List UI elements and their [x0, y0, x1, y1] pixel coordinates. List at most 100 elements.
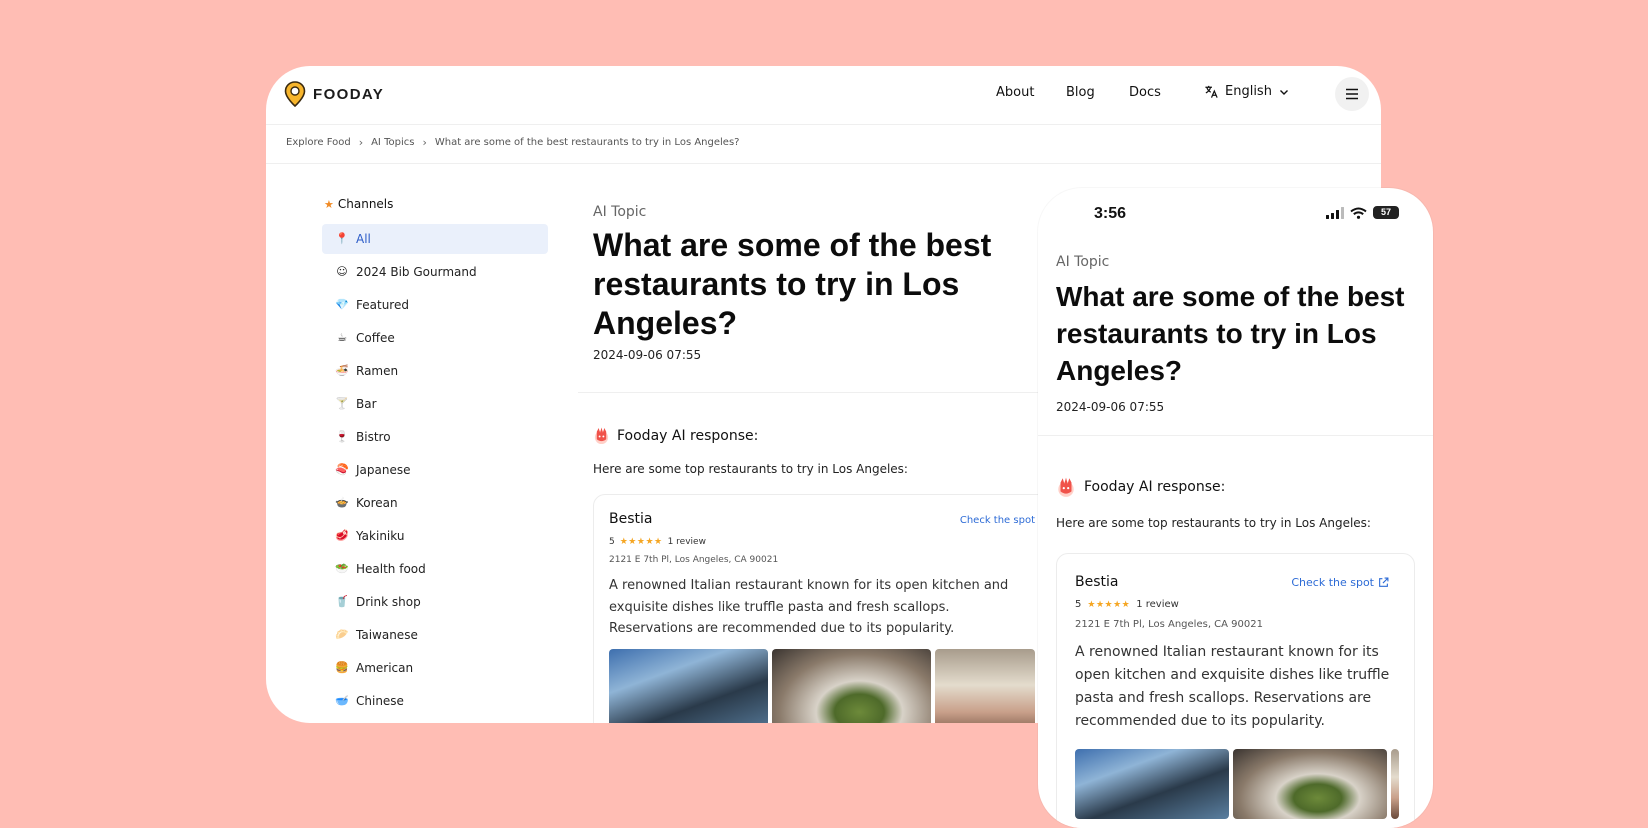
sidebar-item-chinese[interactable]: 🥣 Chinese — [322, 686, 548, 716]
wine-glass-icon: 🍷 — [335, 430, 349, 443]
burger-icon: 🍔 — [335, 661, 349, 674]
sidebar-item-ramen[interactable]: 🍜 Ramen — [322, 356, 548, 386]
sidebar-item-japanese[interactable]: 🍣 Japanese — [322, 455, 548, 485]
rating-value: 5 — [609, 537, 615, 547]
restaurant-photo[interactable] — [1391, 749, 1399, 819]
language-label: English — [1225, 84, 1272, 99]
hamburger-menu-button[interactable] — [1335, 77, 1369, 111]
sidebar-item-label: Chinese — [356, 694, 404, 708]
translate-icon — [1205, 85, 1218, 98]
language-selector[interactable]: English — [1204, 84, 1290, 99]
location-pin-icon — [284, 81, 306, 107]
page-title: What are some of the best restaurants to… — [593, 227, 992, 341]
review-count: 1 review — [667, 537, 706, 547]
bowl-icon: 🥣 — [335, 694, 349, 707]
sidebar-item-bistro[interactable]: 🍷 Bistro — [322, 422, 548, 452]
chevron-right-icon: › — [422, 136, 427, 149]
hamburger-icon — [1346, 88, 1358, 100]
rating-row: 5 ★★★★★ 1 review — [1075, 599, 1179, 610]
ai-intro-text: Here are some top restaurants to try in … — [1056, 516, 1371, 530]
ai-response-heading: Fooday AI response: — [1056, 476, 1225, 498]
sidebar-item-2024-bib-gourmand[interactable]: ☺ 2024 Bib Gourmand — [322, 257, 548, 287]
restaurant-card[interactable]: Bestia Check the spot 5 ★★★★★ 1 review 2… — [1056, 553, 1415, 828]
sidebar-item-label: Yakiniku — [356, 529, 405, 543]
salad-icon: 🥗 — [335, 562, 349, 575]
restaurant-description: A renowned Italian restaurant known for … — [609, 578, 1009, 636]
meat-icon: 🥩 — [335, 529, 349, 542]
brand-name: FOODAY — [313, 85, 385, 103]
restaurant-photo[interactable] — [935, 649, 1035, 723]
sidebar-item-label: Bar — [356, 397, 377, 411]
sidebar-item-bar[interactable]: 🍸 Bar — [322, 389, 548, 419]
restaurant-photo[interactable] — [772, 649, 931, 723]
sidebar-item-label: Taiwanese — [356, 628, 418, 642]
restaurant-photo[interactable] — [1075, 749, 1229, 819]
check-the-spot-label: Check the spot — [1291, 576, 1374, 589]
channel-list: 📍 All ☺ 2024 Bib Gourmand 💎 Featured ☕ Coffee 🍜 R… — [322, 224, 548, 716]
article-divider — [578, 392, 1038, 393]
sidebar-item-label: Drink shop — [356, 595, 421, 609]
article-divider — [1038, 435, 1433, 436]
rating-value: 5 — [1075, 599, 1082, 610]
nav-blog-link[interactable]: Blog — [1066, 85, 1095, 100]
restaurant-name[interactable]: Bestia — [1075, 574, 1118, 590]
restaurant-description: A renowned Italian restaurant known for … — [1075, 644, 1390, 729]
page-title: What are some of the best restaurants to… — [1056, 281, 1405, 386]
restaurant-photo[interactable] — [609, 649, 768, 723]
photo-strip — [609, 649, 1035, 723]
sushi-icon: 🍣 — [335, 463, 349, 476]
pin-icon: 📍 — [335, 232, 349, 245]
bubble-tea-icon: 🥤 — [335, 595, 349, 608]
topic-kicker: AI Topic — [593, 204, 647, 220]
sidebar-item-taiwanese[interactable]: 🥟 Taiwanese — [322, 620, 548, 650]
review-count: 1 review — [1136, 599, 1179, 610]
sidebar-item-label: Japanese — [356, 463, 411, 477]
diamond-icon: 💎 — [335, 298, 349, 311]
breadcrumb-explore-food[interactable]: Explore Food — [286, 137, 351, 148]
taiwanese-food-icon: 🥟 — [335, 628, 349, 641]
sidebar-item-all[interactable]: 📍 All — [322, 224, 548, 254]
sidebar-item-label: Coffee — [356, 331, 395, 345]
sidebar-item-yakiniku[interactable]: 🥩 Yakiniku — [322, 521, 548, 551]
sidebar-item-featured[interactable]: 💎 Featured — [322, 290, 548, 320]
channels-heading: ★ Channels — [324, 194, 548, 214]
rating-stars: ★★★★★ — [1087, 599, 1131, 610]
sidebar-item-drink-shop[interactable]: 🥤 Drink shop — [322, 587, 548, 617]
nav-about-link[interactable]: About — [996, 85, 1034, 100]
sidebar-item-label: All — [356, 232, 371, 246]
ai-intro-text: Here are some top restaurants to try in … — [593, 462, 908, 476]
breadcrumb-current: What are some of the best restaurants to… — [434, 137, 740, 148]
fooday-logo[interactable]: FOODAY — [284, 81, 384, 107]
wifi-icon — [1350, 207, 1367, 219]
sidebar-item-label: Ramen — [356, 364, 399, 378]
sidebar-item-health-food[interactable]: 🥗 Health food — [322, 554, 548, 584]
sidebar-item-label: 2024 Bib Gourmand — [356, 265, 477, 279]
sidebar-item-korean[interactable]: 🍲 Korean — [322, 488, 548, 518]
sidebar-item-american[interactable]: 🍔 American — [322, 653, 548, 683]
nav-docs-link[interactable]: Docs — [1129, 85, 1161, 100]
status-icons: 57 — [1326, 206, 1399, 219]
topic-kicker: AI Topic — [1056, 254, 1110, 270]
check-the-spot-link[interactable]: Check the spot — [1291, 576, 1389, 589]
check-the-spot-link[interactable]: Check the spot — [960, 515, 1048, 526]
breadcrumb-ai-topics[interactable]: AI Topics — [371, 137, 414, 148]
cellular-signal-icon — [1326, 206, 1344, 219]
restaurant-photo[interactable] — [1233, 749, 1387, 819]
sidebar-item-label: Featured — [356, 298, 409, 312]
external-link-icon — [1379, 577, 1389, 587]
fooday-mascot-icon — [1058, 477, 1074, 497]
restaurant-address: 2121 E 7th Pl, Los Angeles, CA 90021 — [1075, 619, 1263, 630]
channels-heading-label: Channels — [337, 197, 394, 211]
restaurant-card[interactable]: Bestia Check the spot 5 ★★★★★ 1 review 2… — [593, 494, 1055, 723]
ai-heading-label: Fooday AI response: — [1084, 479, 1226, 495]
sidebar-item-coffee[interactable]: ☕ Coffee — [322, 323, 548, 353]
check-the-spot-label: Check the spot — [959, 515, 1035, 526]
fooday-mascot-icon — [594, 427, 609, 444]
breadcrumb: Explore Food › AI Topics › What are some… — [286, 136, 739, 149]
status-time: 3:56 — [1094, 205, 1127, 222]
restaurant-name[interactable]: Bestia — [609, 511, 652, 527]
battery-indicator: 57 — [1373, 206, 1399, 219]
top-bar: FOODAY About Blog Docs English — [266, 66, 1381, 125]
rating-stars: ★★★★★ — [619, 537, 663, 547]
star-icon: ★ — [324, 197, 334, 211]
